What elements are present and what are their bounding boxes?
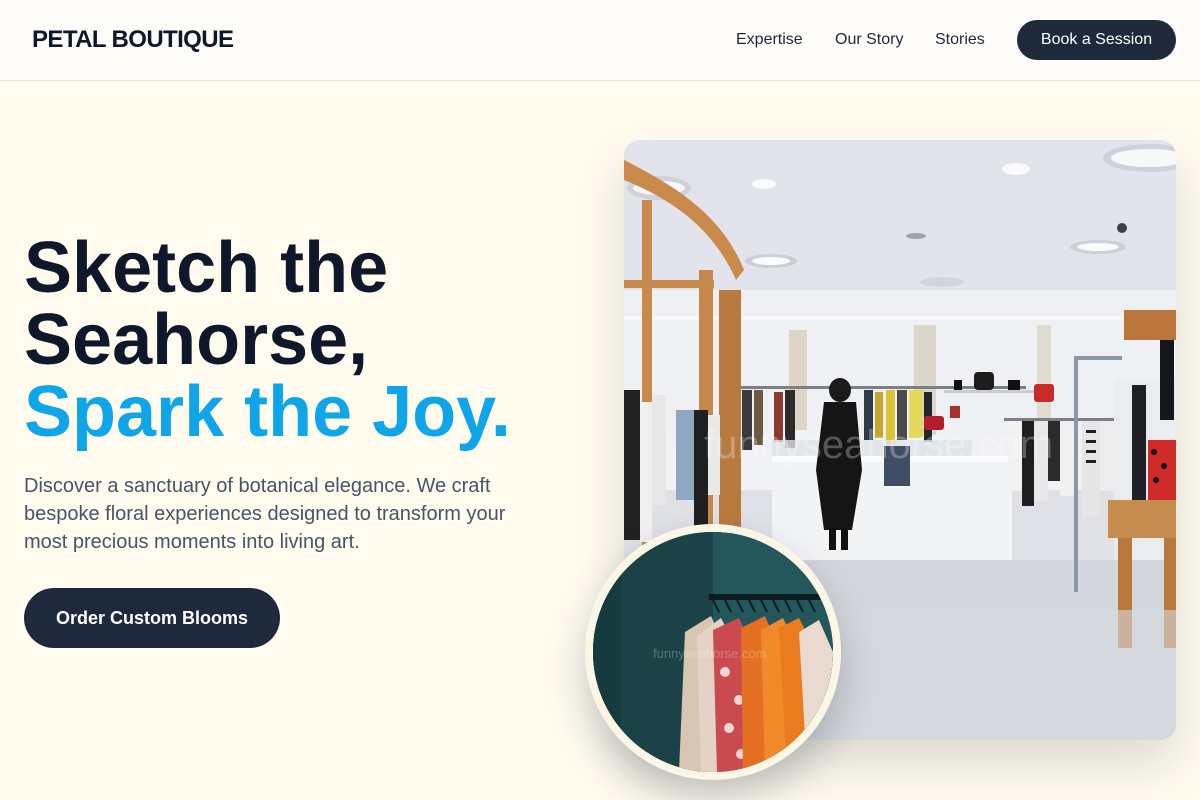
nav-link-stories[interactable]: Stories xyxy=(935,30,985,50)
book-session-button[interactable]: Book a Session xyxy=(1017,20,1176,60)
top-navigation-bar: PETAL BOUTIQUE Expertise Our Story Stori… xyxy=(0,0,1200,81)
circle-image-watermark: funnyseahorse.com xyxy=(653,646,766,661)
main-image-watermark: funnyseahorse.com xyxy=(704,423,1053,467)
nav-link-our-story[interactable]: Our Story xyxy=(835,30,903,50)
clothing-rack-circle-image: funnyseahorse.com xyxy=(585,524,841,780)
nav-link-expertise[interactable]: Expertise xyxy=(736,30,803,50)
order-custom-blooms-button[interactable]: Order Custom Blooms xyxy=(24,588,280,648)
hero-heading-line-1: Sketch the xyxy=(24,228,389,308)
hero-heading-line-2: Seahorse, xyxy=(24,300,369,380)
brand-logo[interactable]: PETAL BOUTIQUE xyxy=(26,22,240,58)
hero-heading-accent: Spark the Joy. xyxy=(24,372,511,452)
hero-description: Discover a sanctuary of botanical elegan… xyxy=(24,475,506,553)
hero-heading: Sketch the Seahorse, Spark the Joy. xyxy=(24,232,584,448)
